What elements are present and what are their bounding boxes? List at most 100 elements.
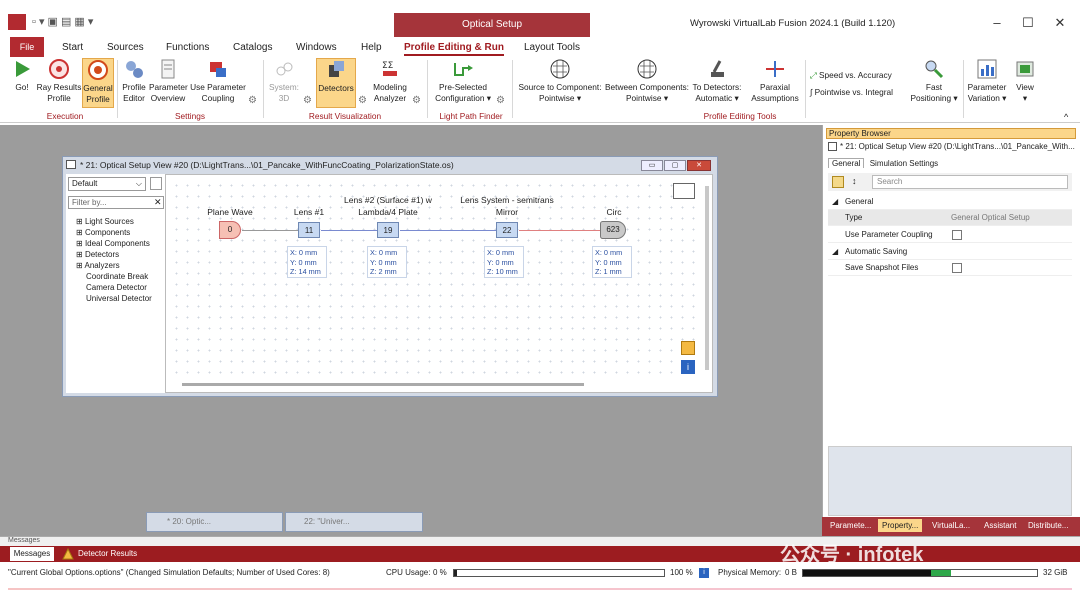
menu-functions[interactable]: Functions <box>166 40 209 56</box>
paraxial-assumptions-button[interactable]: Paraxial Assumptions <box>748 58 802 104</box>
source-to-component-button[interactable]: Source to Component: Pointwise ▾ <box>516 58 604 104</box>
checkbox[interactable] <box>952 263 962 273</box>
tab-property[interactable]: Property... <box>878 519 923 532</box>
tree-light-sources[interactable]: ⊞ Light Sources <box>76 217 134 226</box>
property-search-input[interactable]: Search <box>872 175 1068 189</box>
checkbox[interactable] <box>952 230 962 240</box>
tree-ideal-components[interactable]: ⊞ Ideal Components <box>76 239 150 248</box>
minimize-button[interactable]: – <box>986 14 1008 32</box>
node-lens-2[interactable]: 19 <box>377 222 399 238</box>
settings-gear-icon[interactable]: ⚙ <box>248 95 257 106</box>
section-general[interactable]: ◢ General <box>828 194 1072 210</box>
menu-start[interactable]: Start <box>62 40 83 56</box>
node-lens-1[interactable]: 11 <box>298 222 320 238</box>
parameter-overview-button[interactable]: Parameter Overview <box>149 58 188 104</box>
quick-access-toolbar[interactable]: ▫ ▾ ▣ ▤ ▦ ▾ <box>32 15 93 28</box>
categorized-icon[interactable] <box>832 176 844 188</box>
link-0-11 <box>242 230 298 231</box>
node-circ-detector[interactable]: 623 <box>600 221 626 239</box>
property-type[interactable]: Type General Optical Setup <box>828 210 1072 226</box>
minimized-window-20[interactable]: * 20: Optic... <box>146 512 283 532</box>
menu-catalogs[interactable]: Catalogs <box>233 40 272 56</box>
tab-distribute[interactable]: Distribute... <box>1028 521 1068 530</box>
svg-text:ΣΣ: ΣΣ <box>382 61 394 71</box>
menu-layout-tools[interactable]: Layout Tools <box>524 40 580 56</box>
tree-detectors[interactable]: ⊞ Detectors <box>76 250 119 259</box>
menu-file[interactable]: File <box>10 37 44 57</box>
parameter-variation-button[interactable]: Parameter Variation ▾ <box>966 58 1008 104</box>
analyzer-gear-icon[interactable]: ⚙ <box>412 95 421 106</box>
view-mode-dropdown[interactable]: Default ⌵ <box>68 177 146 191</box>
grid-icon <box>636 58 658 80</box>
vertical-scrollbar[interactable] <box>705 186 709 370</box>
mdi-close-button[interactable]: ✕ <box>687 160 711 171</box>
system-gear-icon[interactable]: ⚙ <box>303 95 312 106</box>
tab-assistant[interactable]: Assistant <box>984 521 1016 530</box>
mdi-maximize-button[interactable]: ▢ <box>664 160 686 171</box>
tab-parameter[interactable]: Paramete... <box>830 521 871 530</box>
go-button[interactable]: Go! <box>10 58 34 93</box>
memory-label: Physical Memory: <box>718 568 782 577</box>
view-button[interactable]: View ▾ <box>1012 58 1038 104</box>
node-label-lens-system-line2: Mirror <box>495 207 519 217</box>
use-parameter-coupling-button[interactable]: Use Parameter Coupling <box>189 58 247 104</box>
filter-input[interactable]: Filter by... <box>68 196 164 209</box>
separator <box>512 60 513 118</box>
collapse-ribbon-icon[interactable]: ^ <box>1064 112 1068 122</box>
info-icon[interactable]: i <box>699 568 709 578</box>
fast-positioning-button[interactable]: Fast Positioning ▾ <box>908 58 960 104</box>
tree-components[interactable]: ⊞ Components <box>76 228 130 237</box>
between-components-button[interactable]: Between Components: Pointwise ▾ <box>604 58 690 104</box>
tab-general[interactable]: General <box>828 158 865 168</box>
menu-windows[interactable]: Windows <box>296 40 337 56</box>
restore-button[interactable]: ☐ <box>1017 14 1039 32</box>
sort-alpha-icon[interactable]: ↕ <box>852 176 857 186</box>
separator <box>263 60 264 118</box>
tab-detector-results[interactable]: Detector Results <box>78 547 137 561</box>
document-icon <box>157 58 179 80</box>
close-button[interactable]: ✕ <box>1049 14 1071 32</box>
setup-window-icon <box>66 160 76 169</box>
preselected-gear-icon[interactable]: ⚙ <box>496 95 505 106</box>
detectors-button[interactable]: Detectors <box>316 58 356 108</box>
speed-vs-accuracy-button[interactable]: ⤢ Speed vs. Accuracy <box>810 70 892 81</box>
horizontal-scrollbar[interactable] <box>182 383 584 386</box>
menu-sources[interactable]: Sources <box>107 40 144 56</box>
section-automatic-saving[interactable]: ◢ Automatic Saving <box>828 244 1072 260</box>
pointwise-vs-integral-button[interactable]: ∫ Pointwise vs. Integral <box>810 87 893 97</box>
coords-lens-1: X: 0 mm Y: 0 mm Z: 14 mm <box>287 246 327 278</box>
property-use-parameter-coupling[interactable]: Use Parameter Coupling <box>828 227 1072 243</box>
modeling-analyzer-button[interactable]: ΣΣ Modeling Analyzer <box>370 58 410 104</box>
tab-virtuallab[interactable]: VirtualLa... <box>932 521 970 530</box>
tree-universal-detector[interactable]: Universal Detector <box>86 294 152 303</box>
property-save-snapshot[interactable]: Save Snapshot Files <box>828 260 1072 276</box>
notes-icon[interactable] <box>681 341 695 355</box>
tree-camera-detector[interactable]: Camera Detector <box>86 283 147 292</box>
coords-lens-2: X: 0 mm Y: 0 mm Z: 2 mm <box>367 246 407 278</box>
microscope-icon <box>706 58 728 80</box>
cpu-max: 100 % <box>670 568 693 577</box>
optical-setup-context-tab[interactable]: Optical Setup <box>394 13 590 37</box>
general-profile-button[interactable]: General Profile <box>82 58 114 108</box>
ray-results-profile-button[interactable]: Ray Results Profile <box>36 58 82 104</box>
speed-icon: ⤢ <box>810 70 819 80</box>
doc-icon[interactable] <box>150 177 162 190</box>
pre-selected-configuration-button[interactable]: Pre-Selected Configuration ▾ <box>432 58 494 104</box>
tree-analyzers[interactable]: ⊞ Analyzers <box>76 261 120 270</box>
menu-profile-editing-run[interactable]: Profile Editing & Run <box>404 40 504 56</box>
menu-help[interactable]: Help <box>361 40 382 56</box>
mdi-minimize-button[interactable]: ▭ <box>641 160 663 171</box>
node-lens-system[interactable]: 22 <box>496 222 518 238</box>
tree-coordinate-break[interactable]: Coordinate Break <box>86 272 148 281</box>
profile-editor-button[interactable]: Profile Editor <box>120 58 148 104</box>
tab-simulation-settings[interactable]: Simulation Settings <box>867 159 941 168</box>
system-3d-button[interactable]: System: 3D <box>266 58 302 104</box>
to-detectors-button[interactable]: To Detectors: Automatic ▾ <box>690 58 744 104</box>
modeling-gear-icon[interactable]: ⚙ <box>358 95 367 106</box>
layout-view-icon[interactable] <box>673 183 695 199</box>
minimized-window-22[interactable]: 22: "Univer... <box>285 512 423 532</box>
info-icon[interactable]: i <box>681 360 695 374</box>
node-plane-wave[interactable]: 0 <box>219 221 241 239</box>
tab-messages[interactable]: Messages <box>10 547 54 561</box>
clear-filter-icon[interactable]: ✕ <box>154 197 162 208</box>
